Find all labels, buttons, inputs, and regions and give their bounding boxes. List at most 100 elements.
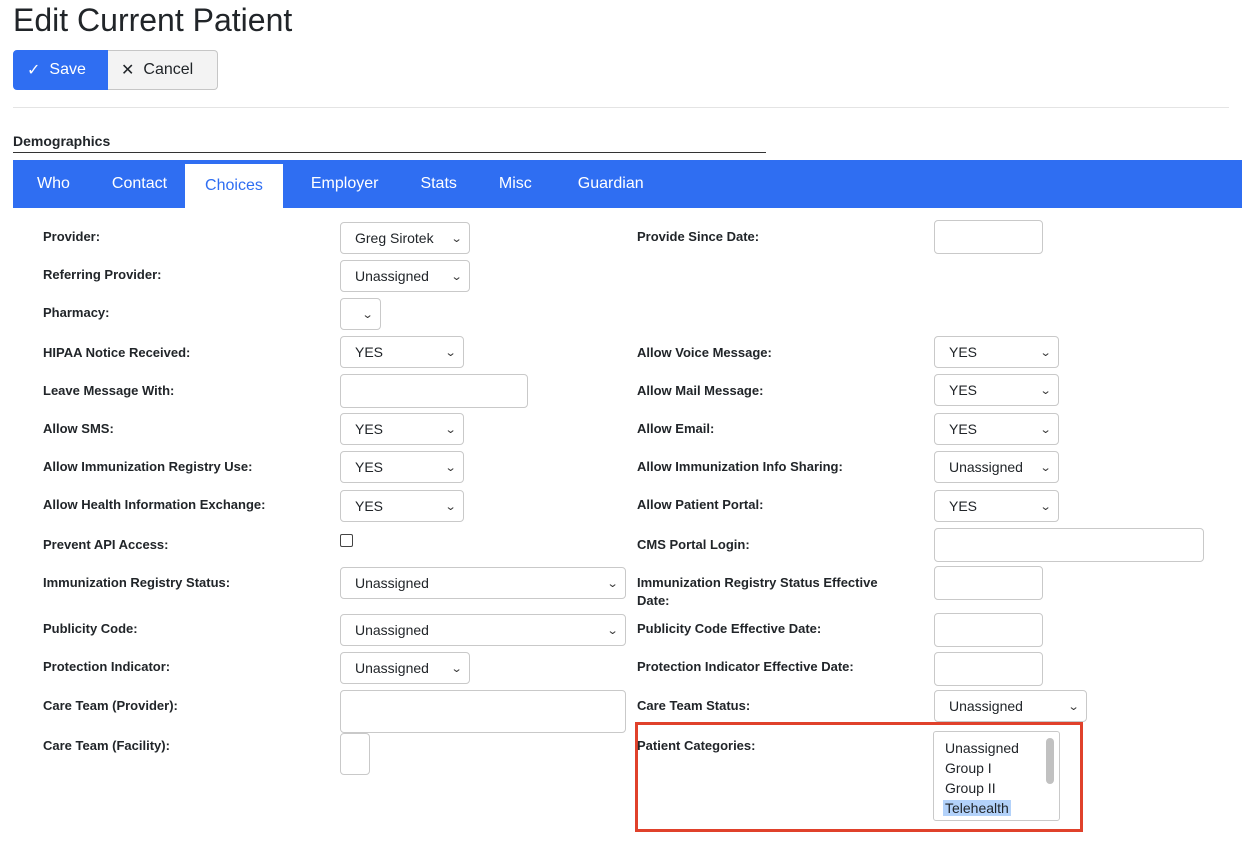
chevron-down-icon: ⌄	[1039, 423, 1052, 436]
list-option[interactable]: Unassigned	[934, 738, 1059, 758]
allow-portal-select[interactable]: YES ⌄	[934, 490, 1059, 522]
leave-message-label: Leave Message With:	[43, 383, 175, 398]
care-team-facility-input[interactable]	[340, 733, 370, 775]
protection-date-label: Protection Indicator Effective Date:	[637, 659, 854, 674]
tab-bar: Who Contact Choices Employer Stats Misc …	[13, 160, 1242, 208]
protection-indicator-value: Unassigned	[355, 660, 429, 676]
allow-imm-sharing-value: Unassigned	[949, 459, 1023, 475]
toolbar: ✓ Save ✕ Cancel	[13, 50, 218, 90]
protection-date-input[interactable]	[934, 652, 1043, 686]
prevent-api-label: Prevent API Access:	[43, 537, 169, 552]
close-icon: ✕	[121, 62, 135, 79]
allow-sms-value: YES	[355, 421, 384, 437]
list-option[interactable]: Group II	[934, 778, 1059, 798]
save-button[interactable]: ✓ Save	[13, 50, 108, 90]
provider-select[interactable]: Greg Sirotek ⌄	[340, 222, 470, 254]
chevron-down-icon: ⌄	[361, 308, 374, 321]
prevent-api-checkbox[interactable]	[340, 534, 353, 547]
scrollbar-thumb[interactable]	[1046, 738, 1054, 784]
chevron-down-icon: ⌄	[606, 624, 619, 637]
imm-status-date-label-line2: Date:	[637, 593, 670, 608]
care-team-provider-input[interactable]	[340, 690, 626, 733]
patient-categories-listbox[interactable]: Unassigned Group I Group II Telehealth	[933, 731, 1060, 821]
hipaa-select[interactable]: YES ⌄	[340, 336, 464, 368]
allow-imm-registry-value: YES	[355, 459, 384, 475]
allow-mail-select[interactable]: YES ⌄	[934, 374, 1059, 406]
provide-since-input[interactable]	[934, 220, 1043, 254]
allow-voice-label: Allow Voice Message:	[637, 345, 772, 360]
chevron-down-icon: ⌄	[444, 423, 457, 436]
allow-hie-select[interactable]: YES ⌄	[340, 490, 464, 522]
protection-indicator-select[interactable]: Unassigned ⌄	[340, 652, 470, 684]
tab-contact[interactable]: Contact	[88, 160, 185, 208]
imm-registry-status-value: Unassigned	[355, 575, 429, 591]
allow-hie-value: YES	[355, 498, 384, 514]
allow-portal-value: YES	[949, 498, 978, 514]
option-text: Group I	[945, 760, 992, 776]
list-option-selected[interactable]: Telehealth	[934, 798, 1059, 818]
care-team-status-label: Care Team Status:	[637, 698, 751, 713]
pharmacy-select[interactable]: ⌄	[340, 298, 381, 330]
allow-imm-sharing-select[interactable]: Unassigned ⌄	[934, 451, 1059, 483]
allow-imm-sharing-label: Allow Immunization Info Sharing:	[637, 459, 843, 474]
publicity-code-value: Unassigned	[355, 622, 429, 638]
imm-status-date-input[interactable]	[934, 566, 1043, 600]
publicity-code-label: Publicity Code:	[43, 621, 138, 636]
chevron-down-icon: ⌄	[1039, 500, 1052, 513]
hipaa-value: YES	[355, 344, 384, 360]
check-icon: ✓	[27, 62, 41, 79]
tab-guardian[interactable]: Guardian	[550, 160, 662, 208]
list-option[interactable]: Group I	[934, 758, 1059, 778]
option-text: Group II	[945, 780, 996, 796]
section-underline	[13, 152, 766, 153]
tab-employer[interactable]: Employer	[283, 160, 397, 208]
allow-email-select[interactable]: YES ⌄	[934, 413, 1059, 445]
chevron-down-icon: ⌄	[606, 577, 619, 590]
allow-hie-label: Allow Health Information Exchange:	[43, 497, 266, 512]
provider-label: Provider:	[43, 229, 101, 244]
imm-registry-status-select[interactable]: Unassigned ⌄	[340, 567, 626, 599]
tab-stats[interactable]: Stats	[396, 160, 474, 208]
publicity-code-select[interactable]: Unassigned ⌄	[340, 614, 626, 646]
protection-indicator-label: Protection Indicator:	[43, 659, 171, 674]
provide-since-label: Provide Since Date:	[637, 229, 760, 244]
imm-status-date-label: Immunization Registry Status Effective D…	[637, 574, 878, 610]
cms-portal-login-input[interactable]	[934, 528, 1204, 562]
allow-voice-value: YES	[949, 344, 978, 360]
allow-email-label: Allow Email:	[637, 421, 715, 436]
save-label: Save	[49, 61, 86, 78]
tab-choices[interactable]: Choices	[185, 164, 283, 208]
pharmacy-label: Pharmacy:	[43, 305, 110, 320]
chevron-down-icon: ⌄	[450, 232, 463, 245]
allow-voice-select[interactable]: YES ⌄	[934, 336, 1059, 368]
leave-message-input[interactable]	[340, 374, 528, 408]
imm-status-date-label-line1: Immunization Registry Status Effective	[637, 575, 878, 590]
referring-provider-select[interactable]: Unassigned ⌄	[340, 260, 470, 292]
cancel-label: Cancel	[143, 61, 194, 78]
imm-registry-status-label: Immunization Registry Status:	[43, 575, 231, 590]
chevron-down-icon: ⌄	[444, 346, 457, 359]
publicity-date-input[interactable]	[934, 613, 1043, 647]
cms-portal-login-label: CMS Portal Login:	[637, 537, 750, 552]
tab-misc[interactable]: Misc	[475, 160, 550, 208]
section-title: Demographics	[13, 133, 111, 149]
referring-provider-label: Referring Provider:	[43, 267, 162, 282]
chevron-down-icon: ⌄	[1039, 461, 1052, 474]
publicity-date-label: Publicity Code Effective Date:	[637, 621, 822, 636]
allow-mail-value: YES	[949, 382, 978, 398]
care-team-status-value: Unassigned	[949, 698, 1023, 714]
care-team-status-select[interactable]: Unassigned ⌄	[934, 690, 1087, 722]
allow-imm-registry-label: Allow Immunization Registry Use:	[43, 459, 253, 474]
listbox-scrollbar[interactable]	[1045, 738, 1055, 814]
care-team-facility-label: Care Team (Facility):	[43, 738, 170, 753]
referring-provider-value: Unassigned	[355, 268, 429, 284]
chevron-down-icon: ⌄	[450, 270, 463, 283]
allow-imm-registry-select[interactable]: YES ⌄	[340, 451, 464, 483]
tab-who[interactable]: Who	[13, 160, 88, 208]
cancel-button[interactable]: ✕ Cancel	[108, 50, 218, 90]
allow-sms-label: Allow SMS:	[43, 421, 114, 436]
allow-portal-label: Allow Patient Portal:	[637, 497, 764, 512]
allow-sms-select[interactable]: YES ⌄	[340, 413, 464, 445]
patient-categories-label: Patient Categories:	[637, 738, 756, 753]
page-title: Edit Current Patient	[13, 2, 293, 38]
